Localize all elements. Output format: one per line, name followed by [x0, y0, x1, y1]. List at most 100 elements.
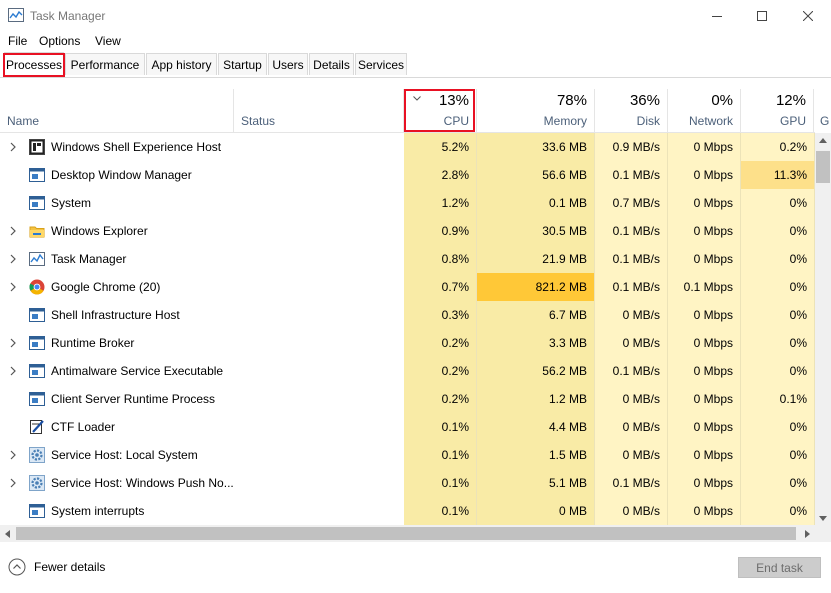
header-memory[interactable]: 78% Memory	[477, 89, 595, 132]
process-row[interactable]: Service Host: Windows Push No... 0.1% 5.1 …	[0, 469, 815, 497]
process-gpu: 0%	[741, 301, 815, 329]
process-memory: 6.7 MB	[477, 301, 595, 329]
process-memory: 5.1 MB	[477, 469, 595, 497]
header-gpu[interactable]: 12% GPU	[741, 89, 814, 132]
process-cpu: 5.2%	[404, 133, 477, 161]
process-name: Shell Infrastructure Host	[51, 308, 180, 322]
chevron-right-icon[interactable]	[8, 366, 18, 376]
process-cpu: 0.2%	[404, 329, 477, 357]
tab-performance[interactable]: Performance	[65, 53, 145, 75]
minimize-button[interactable]	[694, 0, 740, 31]
header-gpu-engine-partial: G	[820, 114, 830, 128]
process-cpu: 0.3%	[404, 301, 477, 329]
process-name: System	[51, 196, 92, 210]
window-app-icon	[29, 364, 45, 378]
process-network: 0 Mbps	[668, 357, 741, 385]
process-cpu: 0.1%	[404, 441, 477, 469]
tab-startup[interactable]: Startup	[218, 53, 267, 75]
tab-app-history[interactable]: App history	[146, 53, 217, 75]
process-disk: 0.1 MB/s	[595, 469, 668, 497]
chevron-right-icon[interactable]	[8, 142, 18, 152]
process-cpu: 0.1%	[404, 413, 477, 441]
header-name[interactable]: Name	[0, 89, 234, 132]
process-network: 0 Mbps	[668, 133, 741, 161]
process-name: Service Host: Windows Push No...	[51, 476, 234, 490]
horizontal-scrollbar[interactable]	[0, 525, 815, 542]
process-row[interactable]: Shell Infrastructure Host 0.3% 6.7 MB 0 MB/…	[0, 301, 815, 329]
process-disk: 0 MB/s	[595, 385, 668, 413]
chevron-right-icon[interactable]	[8, 450, 18, 460]
process-disk: 0.9 MB/s	[595, 133, 668, 161]
process-gpu: 0%	[741, 217, 815, 245]
process-disk: 0.1 MB/s	[595, 217, 668, 245]
process-row[interactable]: Google Chrome (20) 0.7% 821.2 MB 0.1 MB/s 0.…	[0, 273, 815, 301]
process-memory: 0.1 MB	[477, 189, 595, 217]
close-button[interactable]	[785, 0, 831, 31]
end-task-button[interactable]: End task	[738, 557, 821, 578]
title-bar: Task Manager	[0, 0, 831, 31]
process-row[interactable]: Windows Shell Experience Host 5.2% 33.6 MB…	[0, 133, 815, 161]
process-disk: 0 MB/s	[595, 497, 668, 525]
process-row[interactable]: CTF Loader 0.1% 4.4 MB 0 MB/s 0 Mbps 0%	[0, 413, 815, 441]
process-row[interactable]: Task Manager 0.8% 21.9 MB 0.1 MB/s 0 Mbps 0%	[0, 245, 815, 273]
header-disk[interactable]: 36% Disk	[595, 89, 668, 132]
scroll-up-icon[interactable]	[819, 138, 827, 143]
process-cpu: 1.2%	[404, 189, 477, 217]
tab-details[interactable]: Details	[309, 53, 354, 75]
process-list: Windows Shell Experience Host 5.2% 33.6 MB…	[0, 133, 815, 525]
process-name: System interrupts	[51, 504, 145, 518]
process-cpu: 0.7%	[404, 273, 477, 301]
menu-view[interactable]: View	[95, 34, 121, 48]
process-memory: 1.2 MB	[477, 385, 595, 413]
chevron-right-icon[interactable]	[8, 478, 18, 488]
tab-services[interactable]: Services	[355, 53, 407, 75]
window-title: Task Manager	[30, 9, 106, 23]
chevron-right-icon[interactable]	[8, 338, 18, 348]
process-memory: 0 MB	[477, 497, 595, 525]
horizontal-scroll-thumb[interactable]	[16, 527, 796, 540]
process-gpu: 0%	[741, 329, 815, 357]
chevron-right-icon[interactable]	[8, 226, 18, 236]
process-row[interactable]: System 1.2% 0.1 MB 0.7 MB/s 0 Mbps 0%	[0, 189, 815, 217]
process-name: Client Server Runtime Process	[51, 392, 216, 406]
process-memory: 56.2 MB	[477, 357, 595, 385]
vertical-scroll-thumb[interactable]	[816, 151, 830, 183]
scroll-down-icon[interactable]	[819, 516, 827, 521]
process-row[interactable]: Client Server Runtime Process 0.2% 1.2 MB 0…	[0, 385, 815, 413]
process-gpu: 0%	[741, 441, 815, 469]
process-disk: 0.1 MB/s	[595, 273, 668, 301]
process-network: 0 Mbps	[668, 385, 741, 413]
process-gpu: 0%	[741, 357, 815, 385]
chevron-right-icon[interactable]	[8, 254, 18, 264]
process-row[interactable]: Service Host: Local System 0.1% 1.5 MB 0 MB…	[0, 441, 815, 469]
menu-options[interactable]: Options	[39, 34, 80, 48]
header-status[interactable]: Status	[234, 89, 404, 132]
process-network: 0 Mbps	[668, 245, 741, 273]
process-cpu: 0.8%	[404, 245, 477, 273]
vertical-scrollbar[interactable]	[815, 133, 831, 525]
process-network: 0 Mbps	[668, 161, 741, 189]
process-row[interactable]: Windows Explorer 0.9% 30.5 MB 0.1 MB/s 0 Mbp…	[0, 217, 815, 245]
chrome-icon	[29, 279, 45, 295]
window-app-icon	[29, 196, 45, 210]
process-row[interactable]: Antimalware Service Executable 0.2% 56.2 M…	[0, 357, 815, 385]
close-icon	[803, 10, 813, 21]
process-gpu: 0%	[741, 245, 815, 273]
header-network[interactable]: 0% Network	[668, 89, 741, 132]
tab-users[interactable]: Users	[268, 53, 308, 75]
chevron-right-icon[interactable]	[8, 282, 18, 292]
process-cpu: 0.2%	[404, 357, 477, 385]
process-cpu: 0.1%	[404, 469, 477, 497]
process-network: 0 Mbps	[668, 497, 741, 525]
menu-file[interactable]: File	[8, 34, 27, 48]
footer: Fewer details End task	[0, 542, 831, 593]
process-row[interactable]: Desktop Window Manager 2.8% 56.6 MB 0.1 MB/…	[0, 161, 815, 189]
maximize-button[interactable]	[739, 0, 785, 31]
process-row[interactable]: System interrupts 0.1% 0 MB 0 MB/s 0 Mbps 0%	[0, 497, 815, 525]
maximize-icon	[757, 10, 767, 21]
task-manager-icon	[29, 252, 45, 266]
scroll-left-icon[interactable]	[5, 530, 10, 538]
scroll-right-icon[interactable]	[805, 530, 810, 538]
fewer-details-button[interactable]: Fewer details	[8, 558, 105, 576]
process-row[interactable]: Runtime Broker 0.2% 3.3 MB 0 MB/s 0 Mbps 0%	[0, 329, 815, 357]
